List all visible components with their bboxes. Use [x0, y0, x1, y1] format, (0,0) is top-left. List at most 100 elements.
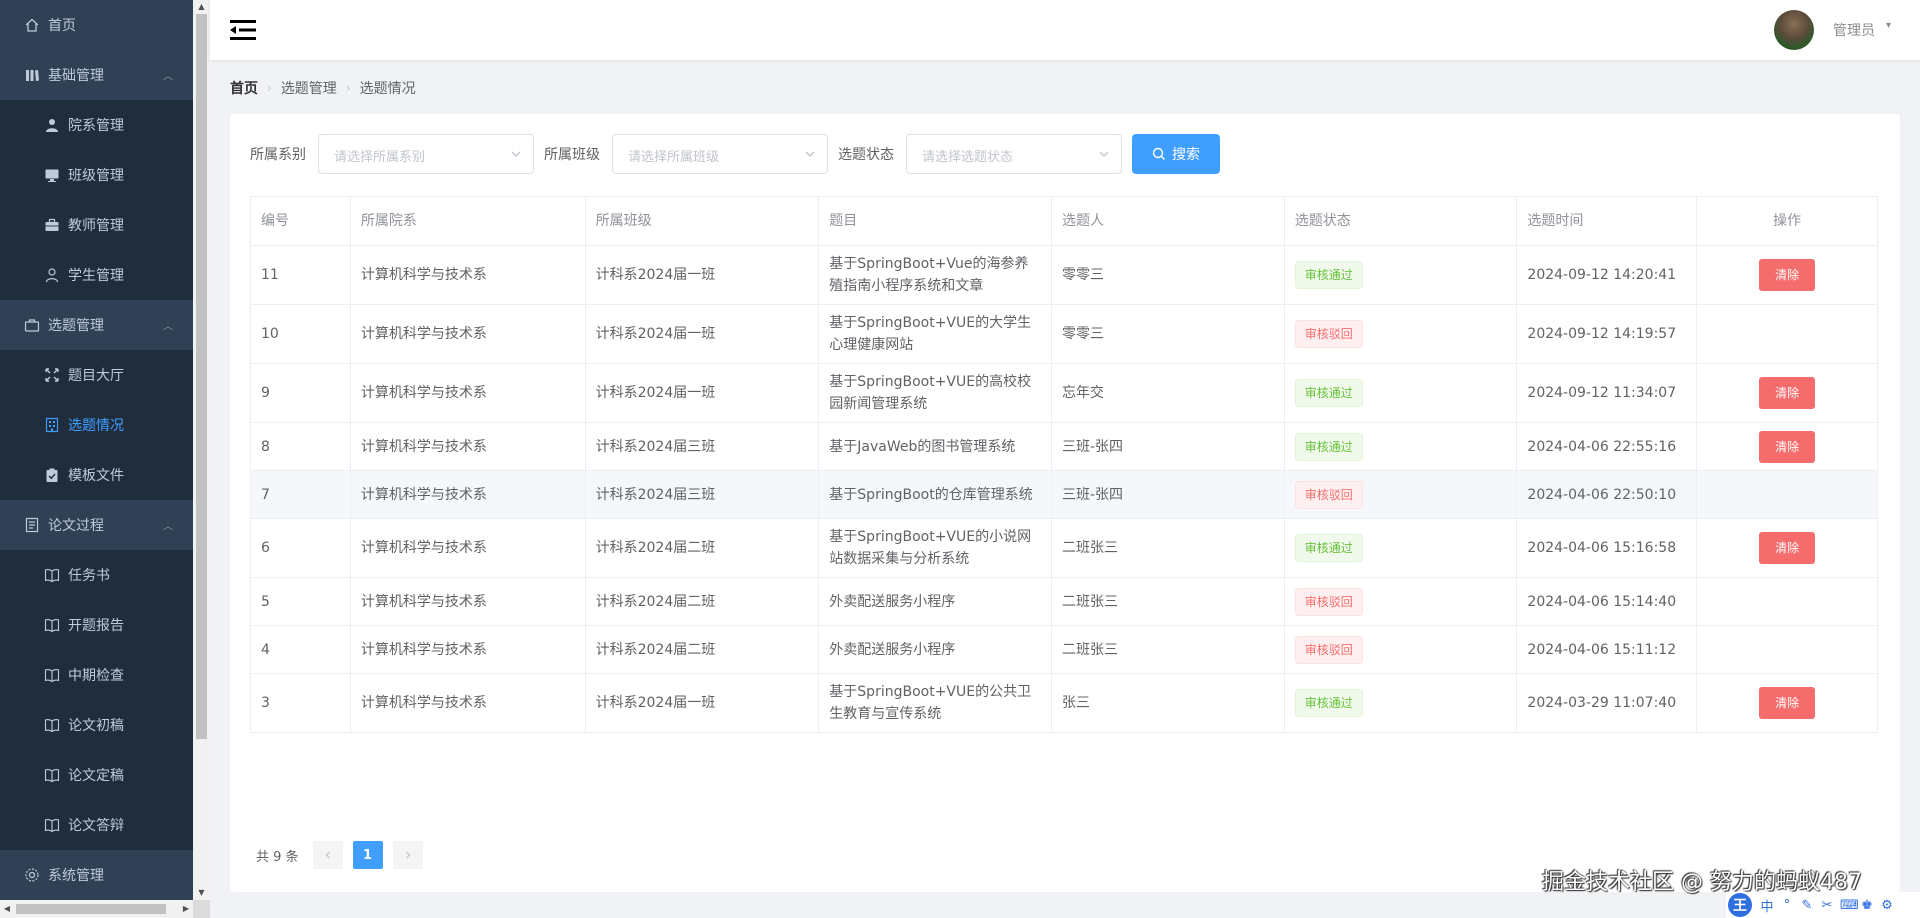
cell-time: 2024-03-29 11:07:40: [1517, 674, 1698, 732]
header-operation: 操作: [1773, 213, 1802, 229]
sidebar-item[interactable]: 论文初稿: [0, 700, 193, 750]
breadcrumb-home[interactable]: 首页: [230, 78, 258, 98]
settings-icon: [24, 867, 40, 883]
sidebar-item-label: 基础管理: [48, 68, 104, 84]
scroll-up-arrow-icon[interactable]: ▲: [193, 0, 210, 14]
cell-person: 零零三: [1052, 305, 1285, 363]
table-row: 9 计算机科学与技术系 计科系2024届一班 基于SpringBoot+VUE的高校校…: [251, 364, 1877, 423]
sidebar-item[interactable]: 首页: [0, 0, 193, 50]
sidebar-item[interactable]: 学生管理: [0, 250, 193, 300]
hamburger-menu-icon[interactable]: [230, 18, 256, 42]
cell-topic: 基于SpringBoot+VUE的小说网站数据采集与分析系统: [819, 519, 1052, 577]
topic-selection-table: 编号 所属院系 所属班级 题目 选题人 选题状态 选题时间 操作 11 计算机科学…: [250, 196, 1878, 733]
sidebar: 首页基础管理 ︿ 院系管理 班级管理教师管理学生管理选题管理 ︿ 题目大厅选题情况 模板文件…: [0, 0, 210, 918]
sidebar-item-label: 首页: [48, 18, 76, 34]
sidebar-item[interactable]: 论文定稿: [0, 750, 193, 800]
punctuation-icon[interactable]: °: [1780, 898, 1794, 913]
scroll-down-arrow-icon[interactable]: ▼: [193, 886, 210, 900]
suitcase-icon: [24, 317, 40, 333]
sidebar-item-label: 教师管理: [68, 218, 124, 234]
keyboard-icon[interactable]: ⌨: [1840, 898, 1859, 913]
table-row: 8 计算机科学与技术系 计科系2024届三班 基于JavaWeb的图书管理系统 三班-张…: [251, 423, 1877, 471]
sidebar-item[interactable]: 选题情况: [0, 400, 193, 450]
clear-button[interactable]: 清除: [1759, 377, 1816, 409]
clear-button[interactable]: 清除: [1759, 687, 1816, 719]
header-person: 选题人: [1052, 197, 1285, 245]
class-filter-label: 所属班级: [544, 147, 600, 163]
sidebar-item[interactable]: 中期检查: [0, 650, 193, 700]
ime-logo[interactable]: 王: [1728, 893, 1752, 917]
scrollbar-thumb[interactable]: [196, 14, 207, 739]
cell-topic: 外卖配送服务小程序: [819, 578, 1052, 625]
shirt-icon[interactable]: ♚: [1860, 898, 1874, 913]
cell-topic: 基于JavaWeb的图书管理系统: [819, 423, 1052, 470]
ime-toolbar[interactable]: 王 中 ° ✎ ✂ ⌨ ♚ ⚙: [1726, 892, 1920, 918]
cell-person: 二班张三: [1052, 578, 1285, 625]
chevron-down-icon: [511, 151, 521, 157]
sidebar-item[interactable]: 班级管理: [0, 150, 193, 200]
ime-mode-indicator[interactable]: 中: [1760, 896, 1774, 915]
sidebar-item-label: 题目大厅: [68, 368, 124, 384]
clear-button[interactable]: 清除: [1759, 532, 1816, 564]
cell-class: 计科系2024届二班: [586, 519, 820, 577]
clear-button[interactable]: 清除: [1759, 259, 1816, 291]
cell-status: 审核通过: [1285, 423, 1518, 470]
cell-time: 2024-09-12 14:19:57: [1517, 305, 1698, 363]
sidebar-item[interactable]: 开题报告: [0, 600, 193, 650]
sidebar-item[interactable]: 基础管理 ︿: [0, 50, 193, 100]
sidebar-item-label: 中期检查: [68, 668, 124, 684]
user-avatar[interactable]: [1774, 10, 1814, 50]
sidebar-item[interactable]: 院系管理: [0, 100, 193, 150]
office-building-icon: [44, 417, 60, 433]
scissors-icon[interactable]: ✂: [1820, 898, 1834, 913]
username-label[interactable]: 管理员: [1833, 20, 1875, 40]
cell-status: 审核通过: [1285, 519, 1518, 577]
header-dept: 所属院系: [351, 197, 586, 245]
cell-operation: 清除: [1697, 364, 1877, 422]
sidebar-item[interactable]: 选题管理 ︿: [0, 300, 193, 350]
book-icon: [44, 617, 60, 633]
class-select[interactable]: 请选择所属班级: [612, 134, 828, 174]
prev-page-button[interactable]: [312, 841, 343, 869]
home-icon: [24, 17, 40, 33]
pagination: 共 9 条 1: [256, 841, 433, 869]
next-page-button[interactable]: [392, 841, 423, 869]
briefcase-icon: [44, 217, 60, 233]
cell-dept: 计算机科学与技术系: [351, 364, 586, 422]
status-badge: 审核通过: [1294, 261, 1363, 289]
sidebar-item-label: 开题报告: [68, 618, 124, 634]
dept-select[interactable]: 请选择所属系别: [318, 134, 534, 174]
cell-operation: 清除: [1697, 246, 1877, 304]
sidebar-vertical-scrollbar[interactable]: ▲ ▼: [193, 0, 210, 900]
cell-operation: 清除: [1697, 519, 1877, 577]
search-button[interactable]: 搜索: [1132, 134, 1220, 174]
gear-icon[interactable]: ⚙: [1880, 898, 1894, 913]
status-select[interactable]: 请选择选题状态: [906, 134, 1122, 174]
page-number-button[interactable]: 1: [352, 841, 383, 869]
status-badge: 审核通过: [1294, 534, 1363, 562]
sidebar-item[interactable]: 论文过程 ︿: [0, 500, 193, 550]
cell-dept: 计算机科学与技术系: [351, 423, 586, 470]
sidebar-item[interactable]: 任务书: [0, 550, 193, 600]
cell-status: 审核驳回: [1285, 626, 1518, 673]
sidebar-horizontal-scrollbar[interactable]: ◀ ▶: [0, 900, 193, 918]
cell-status: 审核驳回: [1285, 578, 1518, 625]
cell-time: 2024-04-06 15:14:40: [1517, 578, 1698, 625]
clear-button[interactable]: 清除: [1759, 430, 1816, 463]
sidebar-item[interactable]: 教师管理: [0, 200, 193, 250]
sidebar-item[interactable]: 题目大厅: [0, 350, 193, 400]
cell-person: 零零三: [1052, 246, 1285, 304]
header-class: 所属班级: [586, 197, 820, 245]
cell-status: 审核驳回: [1285, 471, 1518, 518]
sidebar-item[interactable]: 系统管理: [0, 850, 193, 900]
table-row: 11 计算机科学与技术系 计科系2024届一班 基于SpringBoot+Vue的海参…: [251, 246, 1877, 305]
breadcrumb: 首页 › 选题管理 › 选题情况: [230, 78, 416, 98]
scroll-left-arrow-icon[interactable]: ◀: [0, 900, 14, 918]
pen-icon[interactable]: ✎: [1800, 898, 1814, 913]
sidebar-item[interactable]: 模板文件: [0, 450, 193, 500]
sidebar-item[interactable]: 论文答辩: [0, 800, 193, 850]
caret-down-icon[interactable]: ▾: [1886, 20, 1891, 31]
scrollbar-thumb[interactable]: [16, 904, 166, 914]
scroll-right-arrow-icon[interactable]: ▶: [179, 900, 193, 918]
sidebar-item-label: 学生管理: [68, 268, 124, 284]
